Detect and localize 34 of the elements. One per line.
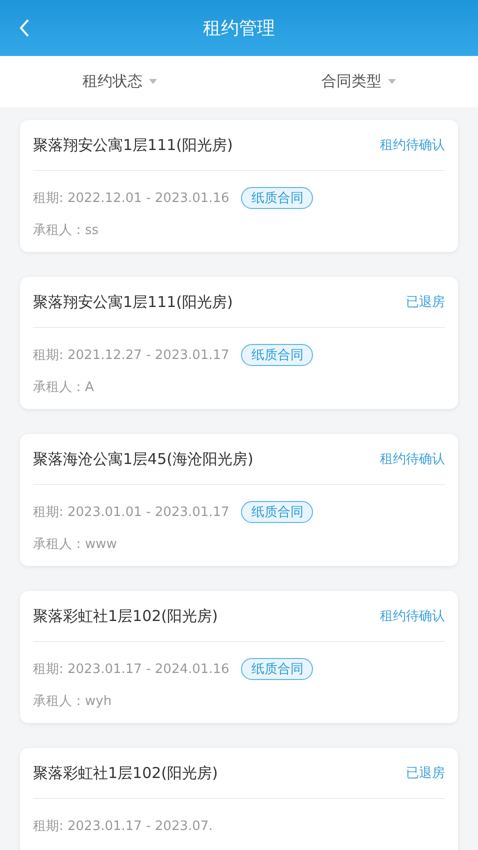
lease-status: 租约待确认 xyxy=(380,451,445,468)
tenant-name: 承租人：www xyxy=(33,536,118,554)
tenant-name: 承租人：A xyxy=(33,379,95,397)
contract-type-tag: 纸质合同 xyxy=(241,501,314,523)
lease-period: 租期: 2023.01.01 - 2023.01.17 xyxy=(33,504,230,521)
lease-card[interactable]: 聚落海沧公寓1层45(海沧阳光房) 租约待确认 租期: 2023.01.01 - 2023.01.17 纸质合同 承租人：www xyxy=(20,434,458,566)
tenant-name: 承租人：wyh xyxy=(33,693,113,711)
contract-type-tag: 纸质合同 xyxy=(241,187,314,209)
tenant-name: 承租人：ss xyxy=(33,222,100,240)
lease-period: 租期: 2021.12.27 - 2023.01.17 xyxy=(33,347,230,364)
property-name: 聚落翔安公寓1层111(阳光房) xyxy=(33,292,233,312)
page-title: 租约管理 xyxy=(203,17,275,40)
contract-type-tag: 纸质合同 xyxy=(241,658,314,680)
property-name: 聚落翔安公寓1层111(阳光房) xyxy=(33,136,233,154)
lease-card[interactable]: 聚落翔安公寓1层111(阳光房) 已退房 租期: 2021.12.27 - 2023.01.17 纸质合同 承租人：A xyxy=(20,277,458,409)
property-name: 聚落彩虹社1层102(阳光房) xyxy=(33,606,218,626)
caret-icon xyxy=(148,79,156,84)
lease-card[interactable]: 聚落彩虹社1层102(阳光房) 租约待确认 租期: 2023.01.17 - 2024.01.16 纸质合同 承租人：wyh xyxy=(20,591,458,723)
lease-status: 租约待确认 xyxy=(380,137,445,154)
lease-status: 租约待确认 xyxy=(380,608,445,625)
lease-period: 租期: 2022.12.01 - 2023.01.16 xyxy=(33,190,230,207)
lease-card[interactable]: 聚落彩虹社1层102(阳光房) 已退房 租期: 2023.01.17 - 2023.07. xyxy=(20,748,458,850)
property-name: 聚落海沧公寓1层45(海沧阳光房) xyxy=(33,450,254,468)
lease-period: 租期: 2023.01.17 - 2023.07. xyxy=(33,818,213,835)
back-icon[interactable] xyxy=(18,18,30,38)
lease-status: 已退房 xyxy=(406,294,445,311)
filter-dropdown[interactable]: 租约状态 xyxy=(0,56,239,107)
contract-type-tag: 纸质合同 xyxy=(241,344,314,366)
property-name: 聚落彩虹社1层102(阳光房) xyxy=(33,764,218,782)
lease-card[interactable]: 聚落翔安公寓1层111(阳光房) 租约待确认 租期: 2022.12.01 - 2023.01.16 纸质合同 承租人：ss xyxy=(20,120,458,252)
lease-period: 租期: 2023.01.17 - 2024.01.16 xyxy=(33,661,230,678)
caret-icon xyxy=(388,79,396,84)
filter-dropdown[interactable]: 合同类型 xyxy=(239,56,478,107)
lease-status: 已退房 xyxy=(406,765,445,782)
